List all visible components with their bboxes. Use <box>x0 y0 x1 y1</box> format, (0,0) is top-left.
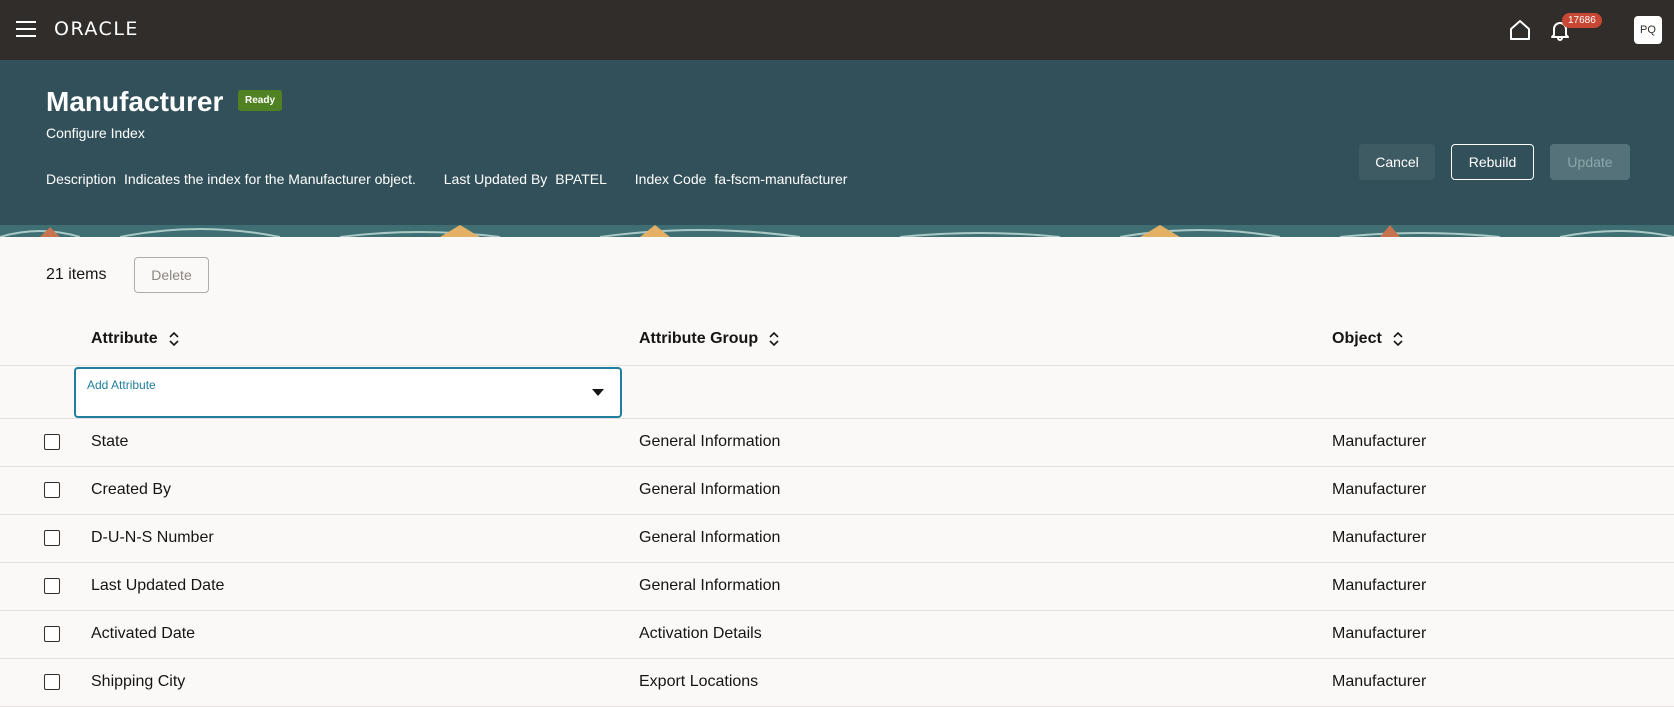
attribute-group-cell: General Information <box>639 433 781 450</box>
object-cell: Manufacturer <box>1332 433 1427 450</box>
updated-by-value: BPATEL <box>555 171 607 187</box>
sort-icon[interactable] <box>768 331 780 347</box>
attributes-table: Attribute Attribute Group Object Add Att… <box>0 316 1674 707</box>
table-row[interactable]: Activated Date Activation Details Manufa… <box>0 611 1674 659</box>
menu-icon[interactable] <box>16 21 36 37</box>
object-cell: Manufacturer <box>1332 577 1427 594</box>
status-badge: Ready <box>238 90 283 111</box>
header-meta: Description Indicates the index for the M… <box>46 171 871 187</box>
attribute-cell: Created By <box>91 481 172 498</box>
update-button[interactable]: Update <box>1550 144 1630 180</box>
oracle-logo[interactable]: ORACLE <box>54 18 139 40</box>
decorative-banner <box>0 225 1674 237</box>
row-checkbox[interactable] <box>44 434 60 450</box>
row-checkbox[interactable] <box>44 530 60 546</box>
column-header-attribute-group[interactable]: Attribute Group <box>639 330 780 348</box>
object-cell: Manufacturer <box>1332 625 1427 642</box>
attribute-group-cell: General Information <box>639 577 781 594</box>
notification-badge: 17686 <box>1562 13 1602 28</box>
home-icon[interactable] <box>1508 18 1532 42</box>
page-header: Manufacturer Ready Configure Index Descr… <box>0 60 1674 237</box>
column-header-object[interactable]: Object <box>1332 330 1404 348</box>
row-checkbox[interactable] <box>44 626 60 642</box>
index-code-label: Index Code <box>634 171 707 187</box>
attribute-group-cell: General Information <box>639 529 781 546</box>
attribute-group-cell: General Information <box>639 481 781 498</box>
table-row[interactable]: Last Updated Date General Information Ma… <box>0 563 1674 611</box>
top-bar: ORACLE 17686 PQ <box>0 0 1674 60</box>
cancel-button[interactable]: Cancel <box>1359 144 1435 180</box>
description-label: Description <box>46 171 117 187</box>
column-label-attribute-group: Attribute Group <box>639 330 759 347</box>
description-value: Indicates the index for the Manufacturer… <box>124 171 416 187</box>
object-cell: Manufacturer <box>1332 529 1427 546</box>
page-title: Manufacturer <box>46 86 224 117</box>
add-attribute-label: Add Attribute <box>87 378 156 392</box>
row-checkbox[interactable] <box>44 482 60 498</box>
updated-by-label: Last Updated By <box>443 171 548 187</box>
attribute-cell: State <box>91 433 129 450</box>
attribute-cell: D-U-N-S Number <box>91 529 214 546</box>
object-cell: Manufacturer <box>1332 673 1427 690</box>
attribute-group-cell: Activation Details <box>639 625 762 642</box>
sort-icon[interactable] <box>1392 331 1404 347</box>
index-code-value: fa-fscm-manufacturer <box>714 171 848 187</box>
add-attribute-row: Add Attribute <box>0 366 1674 419</box>
attribute-cell: Shipping City <box>91 673 186 690</box>
rebuild-button[interactable]: Rebuild <box>1451 144 1534 180</box>
table-row[interactable]: State General Information Manufacturer <box>0 419 1674 467</box>
row-checkbox[interactable] <box>44 578 60 594</box>
avatar[interactable]: PQ <box>1634 16 1662 44</box>
column-label-attribute: Attribute <box>91 330 158 347</box>
object-cell: Manufacturer <box>1332 481 1427 498</box>
table-row[interactable]: D-U-N-S Number General Information Manuf… <box>0 515 1674 563</box>
sort-icon[interactable] <box>168 331 180 347</box>
column-header-attribute[interactable]: Attribute <box>91 330 180 348</box>
add-attribute-select[interactable]: Add Attribute <box>74 367 622 418</box>
table-row[interactable]: Created By General Information Manufactu… <box>0 467 1674 515</box>
row-checkbox[interactable] <box>44 674 60 690</box>
table-header: Attribute Attribute Group Object <box>0 316 1674 366</box>
page-subtitle: Configure Index <box>46 125 145 141</box>
chevron-down-icon[interactable] <box>592 389 604 397</box>
column-label-object: Object <box>1332 330 1382 347</box>
attribute-group-cell: Export Locations <box>639 673 759 690</box>
delete-button[interactable]: Delete <box>134 257 209 293</box>
items-count: 21 items <box>46 266 107 283</box>
attribute-cell: Activated Date <box>91 625 196 642</box>
attribute-cell: Last Updated Date <box>91 577 225 594</box>
